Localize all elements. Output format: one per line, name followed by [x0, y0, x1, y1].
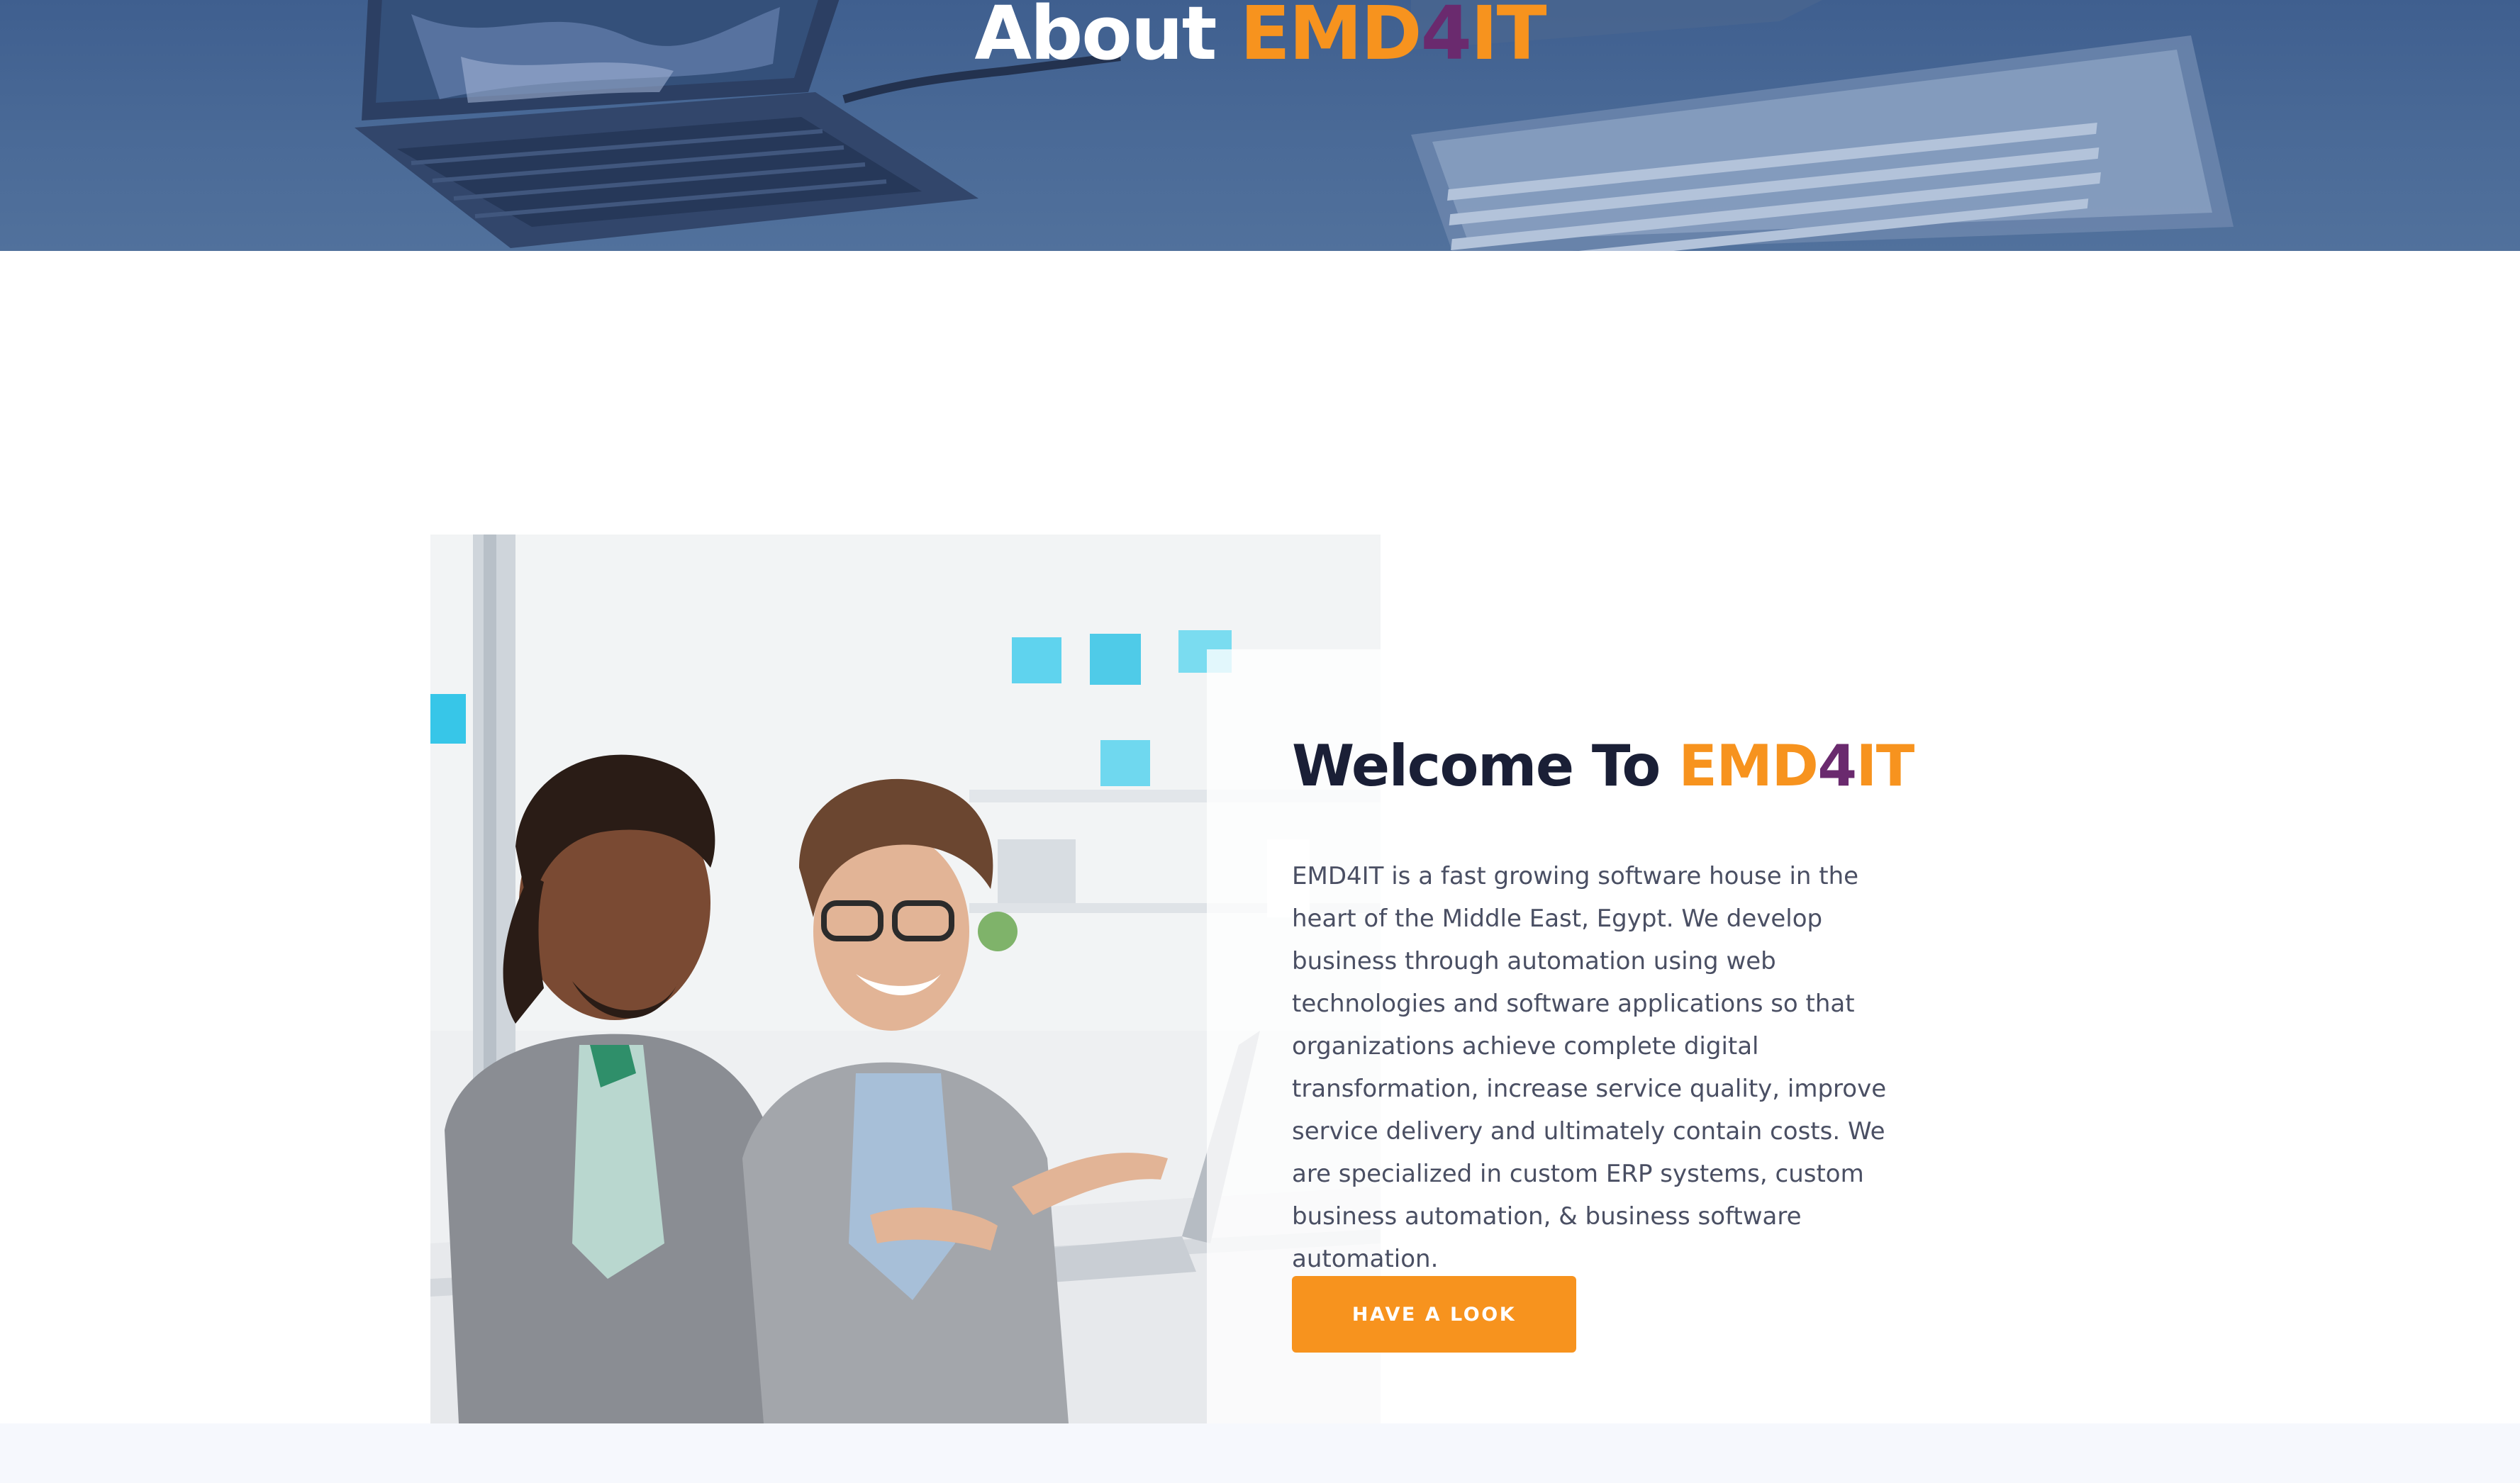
brand-it: IT [1856, 733, 1915, 799]
about-section: Welcome To EMD4IT EMD4IT is a fast growi… [0, 251, 2520, 1423]
welcome-title: Welcome To EMD4IT [1292, 727, 2001, 805]
brand-4: 4 [1420, 0, 1472, 77]
brand-emd: EMD [1678, 733, 1819, 799]
brand-it: IT [1470, 0, 1547, 77]
welcome-title-prefix: Welcome To [1292, 733, 1679, 799]
hero-title: About EMD4IT [0, 0, 2520, 79]
have-a-look-button[interactable]: HAVE A LOOK [1292, 1276, 1576, 1353]
brand-4: 4 [1817, 733, 1857, 799]
next-section-strip [0, 1423, 2520, 1483]
hero-title-prefix: About [974, 0, 1240, 77]
hero-banner: About EMD4IT [0, 0, 2520, 251]
about-description: EMD4IT is a fast growing software house … [1292, 862, 1887, 1273]
brand-emd: EMD [1239, 0, 1422, 77]
